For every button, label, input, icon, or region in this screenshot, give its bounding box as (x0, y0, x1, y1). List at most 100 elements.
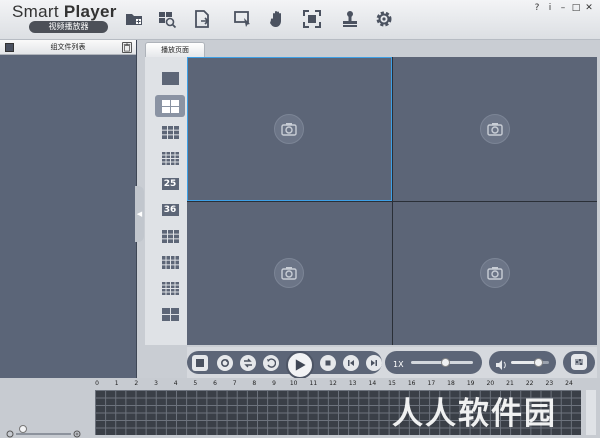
speed-label: 1X (393, 360, 404, 369)
collapse-panel-handle[interactable]: ◀ (135, 186, 144, 242)
layout-selector: 25 36 (145, 57, 187, 345)
playback-controls-group (187, 351, 382, 379)
settings-gear-icon[interactable] (373, 8, 395, 30)
layout-9-icon (161, 125, 179, 139)
camera-icon (479, 258, 510, 289)
step-forward-button[interactable] (366, 355, 382, 371)
tab-playback-page[interactable]: 播放页面 (145, 42, 205, 57)
timeline-zoom-control (6, 424, 82, 438)
volume-control-group (489, 351, 556, 374)
timeline-hour-label: 23 (545, 380, 554, 387)
timeline-hour-label: 21 (506, 380, 514, 387)
file-list-panel: 组文件列表 (0, 40, 137, 378)
hand-drag-icon[interactable] (267, 8, 289, 30)
volume-slider-track[interactable] (511, 361, 549, 364)
select-all-checkbox[interactable] (5, 43, 14, 52)
stamp-icon[interactable] (339, 8, 361, 30)
watermark-text: 人人软件园 (392, 396, 557, 432)
timeline-hour-label: 4 (173, 380, 178, 387)
snapshot-button[interactable] (192, 355, 208, 371)
fullscreen-icon[interactable] (301, 8, 323, 30)
layout-4-icon (161, 99, 179, 113)
timeline-hour-label: 11 (309, 380, 318, 387)
search-video-icon[interactable] (156, 8, 178, 30)
layout-36-label: 36 (161, 204, 179, 216)
layout-13-icon (161, 281, 179, 295)
volume-slider-knob[interactable] (533, 358, 543, 367)
layout-13-button[interactable] (155, 277, 185, 299)
timeline-scrollbar[interactable] (586, 390, 596, 435)
layout-25-button[interactable]: 25 (155, 173, 185, 195)
timeline-hour-label: 16 (407, 380, 416, 387)
speaker-icon[interactable] (495, 356, 507, 375)
stop-button[interactable] (320, 355, 336, 371)
adjust-group (563, 351, 595, 374)
layout-4-button[interactable] (155, 95, 185, 117)
app-title: Smart Player (12, 2, 117, 21)
app-subtitle: 视频播放器 (29, 21, 108, 33)
layout-pip-icon (161, 307, 179, 321)
playback-bar: 1X (187, 347, 597, 379)
layout-6-icon (161, 229, 179, 243)
video-pane-1[interactable] (187, 57, 392, 201)
close-button[interactable]: ✕ (584, 3, 594, 13)
camera-icon (479, 113, 510, 144)
timeline-hour-label: 14 (368, 380, 377, 387)
minimize-button[interactable]: – (558, 3, 568, 13)
timeline-hour-label: 5 (193, 380, 198, 387)
layout-9-button[interactable] (155, 121, 185, 143)
timeline-hour-label: 20 (486, 380, 495, 387)
timeline-hour-label: 17 (427, 380, 436, 387)
layout-8-icon (161, 255, 179, 269)
layout-16-icon (161, 151, 179, 165)
open-folder-icon[interactable] (123, 8, 145, 30)
file-list-header: 组文件列表 (0, 40, 136, 55)
layout-pip-button[interactable] (155, 303, 185, 325)
play-button[interactable] (286, 351, 314, 379)
timeline-hour-label: 7 (232, 380, 237, 387)
video-pane-4[interactable] (392, 201, 597, 345)
video-pane-3[interactable] (187, 201, 392, 345)
timeline-hour-label: 19 (466, 380, 475, 387)
trash-icon[interactable] (122, 42, 132, 53)
video-grid (187, 57, 597, 345)
layout-16-button[interactable] (155, 147, 185, 169)
loop-button[interactable] (217, 355, 233, 371)
window-controls: ? i – □ ✕ (532, 3, 594, 13)
timeline-hour-label: 24 (565, 380, 573, 387)
info-button[interactable]: i (545, 3, 555, 13)
timeline-hour-label: 2 (134, 380, 139, 387)
sync-button[interactable] (240, 355, 256, 371)
timeline-hour-label: 0 (95, 380, 99, 387)
help-button[interactable]: ? (532, 3, 542, 13)
timeline-hour-label: 10 (289, 380, 298, 387)
camera-icon (274, 258, 305, 289)
layout-1-button[interactable] (155, 67, 185, 89)
file-list-title: 组文件列表 (50, 43, 86, 51)
timeline-hour-label: 1 (114, 380, 119, 387)
timeline-hour-label: 3 (154, 380, 158, 387)
select-area-icon[interactable] (232, 8, 254, 30)
speed-control-group: 1X (385, 351, 482, 374)
speed-slider-knob[interactable] (441, 358, 451, 367)
rewind-button[interactable] (263, 355, 279, 371)
maximize-button[interactable]: □ (571, 3, 581, 13)
layout-8-button[interactable] (155, 251, 185, 273)
camera-icon (274, 113, 305, 144)
timeline-hour-label: 6 (213, 380, 217, 387)
layout-1-icon (161, 71, 179, 85)
video-pane-2[interactable] (392, 57, 597, 201)
layout-6-button[interactable] (155, 225, 185, 247)
layout-36-button[interactable]: 36 (155, 199, 185, 221)
timeline-hour-label: 8 (252, 380, 257, 387)
timeline-hour-label: 22 (525, 380, 534, 387)
timeline-hour-label: 15 (388, 380, 396, 387)
export-file-icon[interactable] (191, 8, 213, 30)
timeline-hour-label: 18 (447, 380, 455, 387)
layout-25-label: 25 (161, 178, 179, 190)
image-adjust-button[interactable] (571, 354, 587, 370)
timeline-hour-label: 12 (329, 380, 337, 387)
timeline-zoom-knob[interactable] (19, 425, 27, 433)
step-back-button[interactable] (343, 355, 359, 371)
top-toolbar: Smart Player 视频播放器 ? i – □ ✕ (0, 0, 600, 40)
